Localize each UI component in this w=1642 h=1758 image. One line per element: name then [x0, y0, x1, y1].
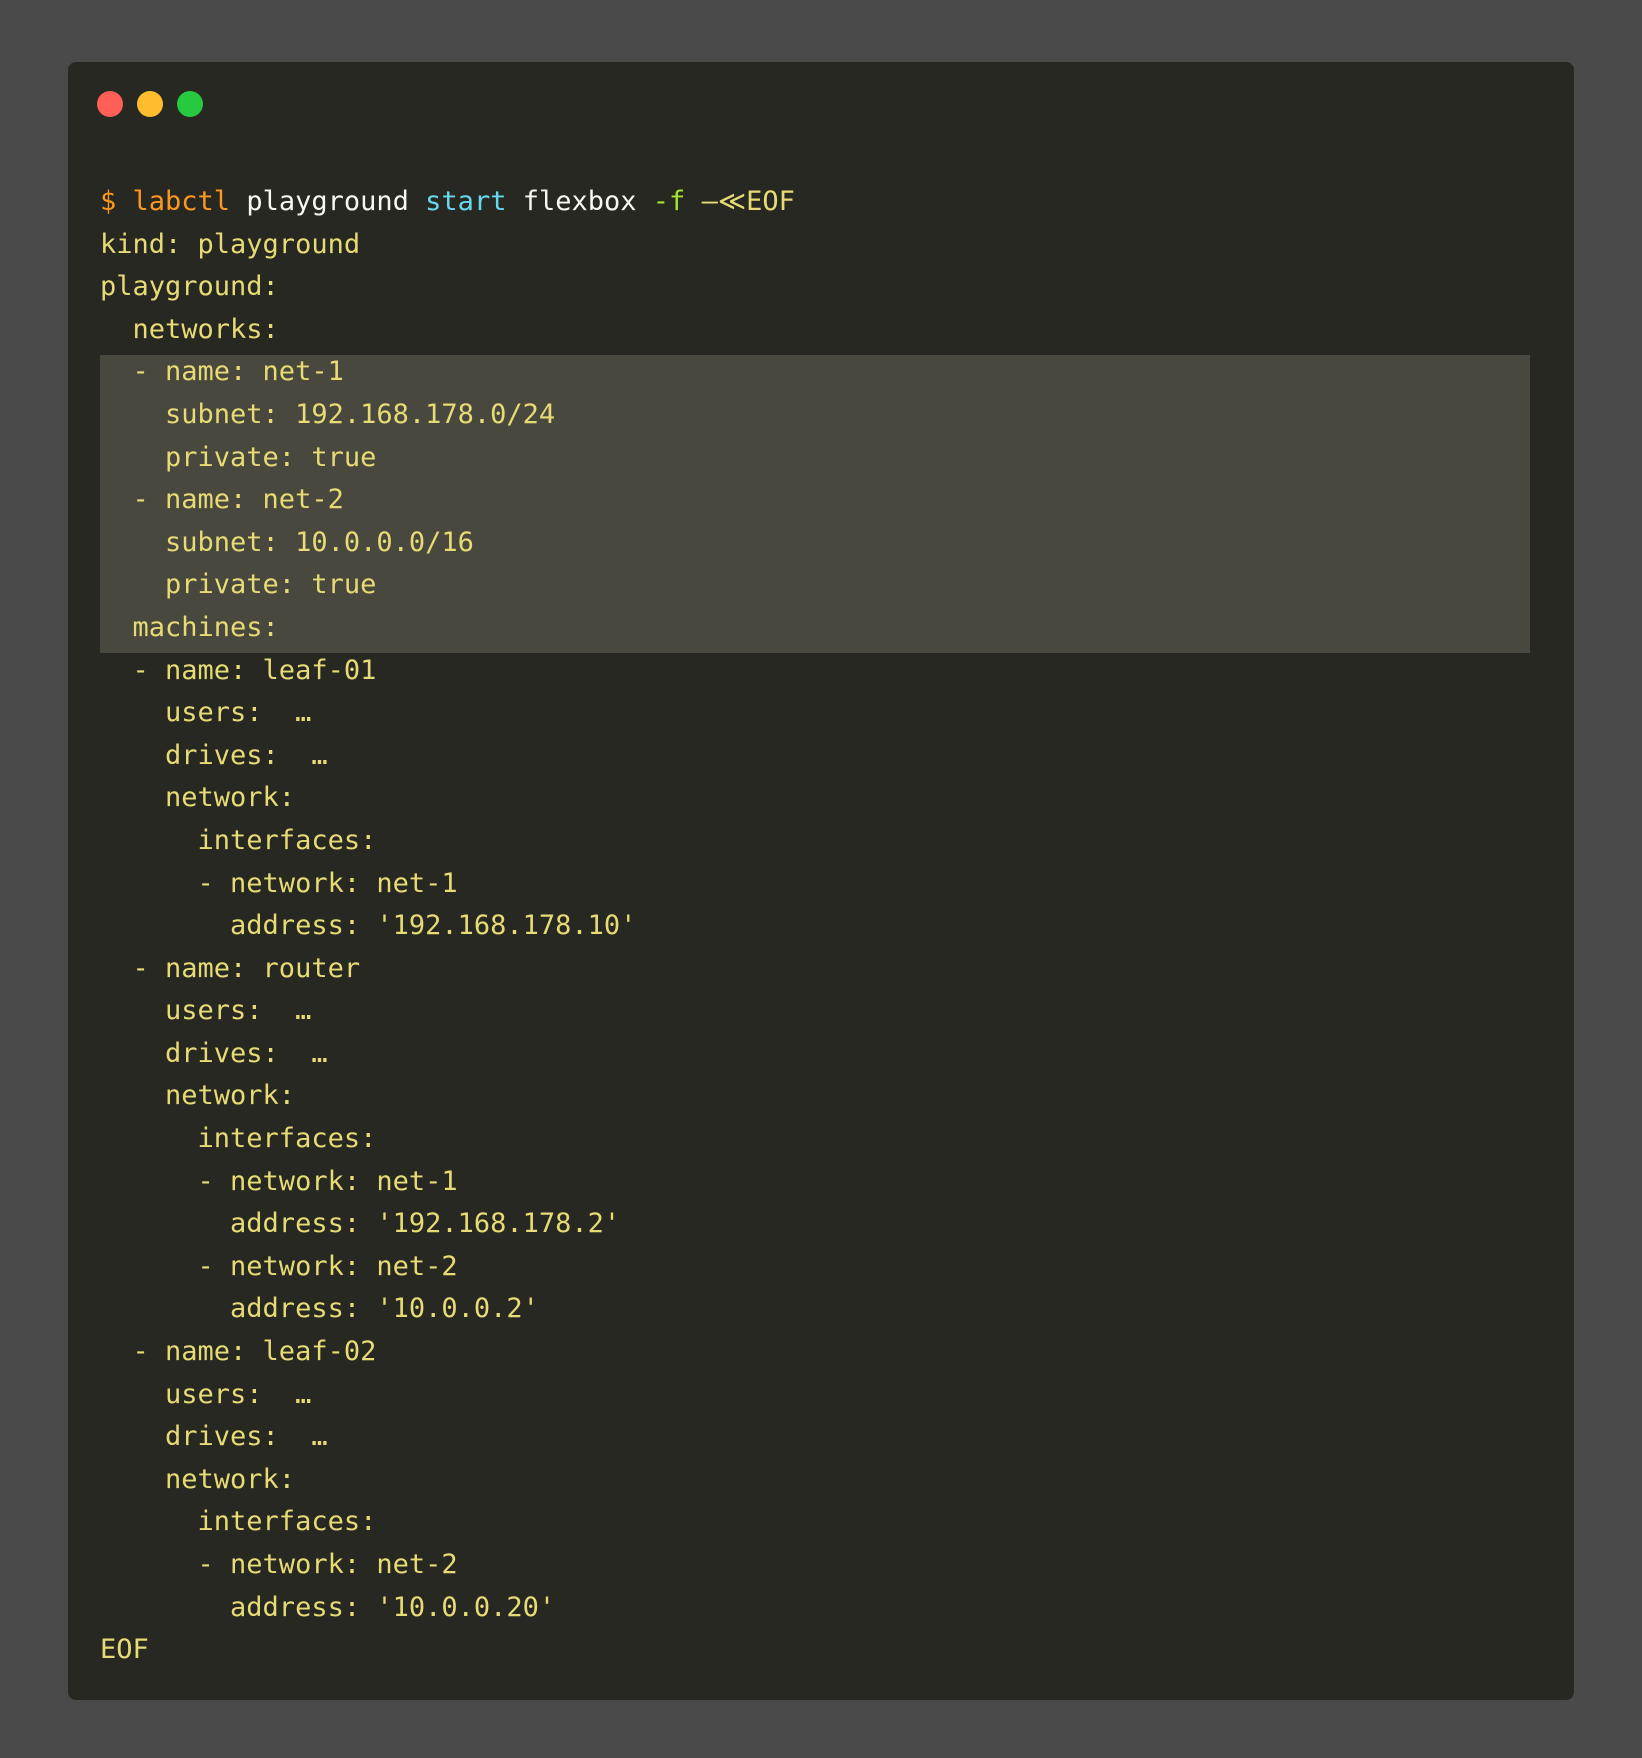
yaml-line: private: true: [100, 569, 377, 601]
yaml-line: subnet: 192.168.178.0/24: [100, 398, 556, 430]
command-arg-name: flexbox: [522, 186, 637, 217]
yaml-line: users: …: [100, 1378, 312, 1410]
yaml-line: address: '10.0.0.2': [100, 1293, 539, 1325]
yaml-line: interfaces:: [100, 1506, 377, 1538]
yaml-line: private: true: [100, 441, 377, 473]
yaml-line: address: '192.168.178.2': [100, 1208, 621, 1240]
yaml-line: - name: net-1: [100, 356, 344, 388]
command-flag: -f: [652, 186, 686, 217]
command-line: $ labctl playground start flexbox -f —≪E…: [100, 181, 1530, 224]
yaml-line: address: '10.0.0.20': [100, 1591, 556, 1623]
code-block: $ labctl playground start flexbox -f —≪E…: [100, 181, 1530, 1672]
command-subcommand: start: [425, 186, 507, 217]
yaml-line: network:: [100, 782, 296, 814]
yaml-line: drives: …: [100, 1037, 328, 1069]
yaml-line: network:: [100, 1080, 296, 1112]
yaml-line: - name: router: [100, 952, 361, 984]
yaml-line: address: '192.168.178.10': [100, 910, 637, 942]
command-heredoc: —≪EOF: [701, 186, 795, 217]
yaml-line: drives: …: [100, 739, 328, 771]
yaml-line: - network: net-1: [100, 867, 458, 899]
yaml-line: kind: playground: [100, 228, 361, 260]
yaml-line: - name: leaf-01: [100, 654, 377, 686]
yaml-line: - network: net-2: [100, 1250, 458, 1282]
heredoc-terminator: EOF: [100, 1634, 149, 1666]
yaml-line: machines:: [100, 611, 279, 643]
yaml-line: interfaces:: [100, 824, 377, 856]
shell-prompt: $: [100, 186, 117, 217]
yaml-line: users: …: [100, 995, 312, 1027]
minimize-window-dot-icon[interactable]: [137, 91, 163, 117]
yaml-line: users: …: [100, 697, 312, 729]
yaml-line: - name: net-2: [100, 484, 344, 516]
yaml-line: - name: leaf-02: [100, 1336, 377, 1368]
yaml-line: - network: net-1: [100, 1165, 458, 1197]
yaml-line: interfaces:: [100, 1123, 377, 1155]
yaml-line: - network: net-2: [100, 1549, 458, 1580]
yaml-line: network:: [100, 1463, 296, 1495]
yaml-line: networks:: [100, 313, 279, 345]
command-program: labctl: [132, 186, 231, 217]
terminal-window: $ labctl playground start flexbox -f —≪E…: [68, 62, 1574, 1700]
yaml-line: subnet: 10.0.0.0/16: [100, 526, 474, 558]
yaml-line: drives: …: [100, 1421, 328, 1453]
maximize-window-dot-icon[interactable]: [177, 91, 203, 117]
close-window-dot-icon[interactable]: [97, 91, 123, 117]
command-arg-playground: playground: [246, 186, 409, 217]
yaml-line: playground:: [100, 271, 279, 303]
